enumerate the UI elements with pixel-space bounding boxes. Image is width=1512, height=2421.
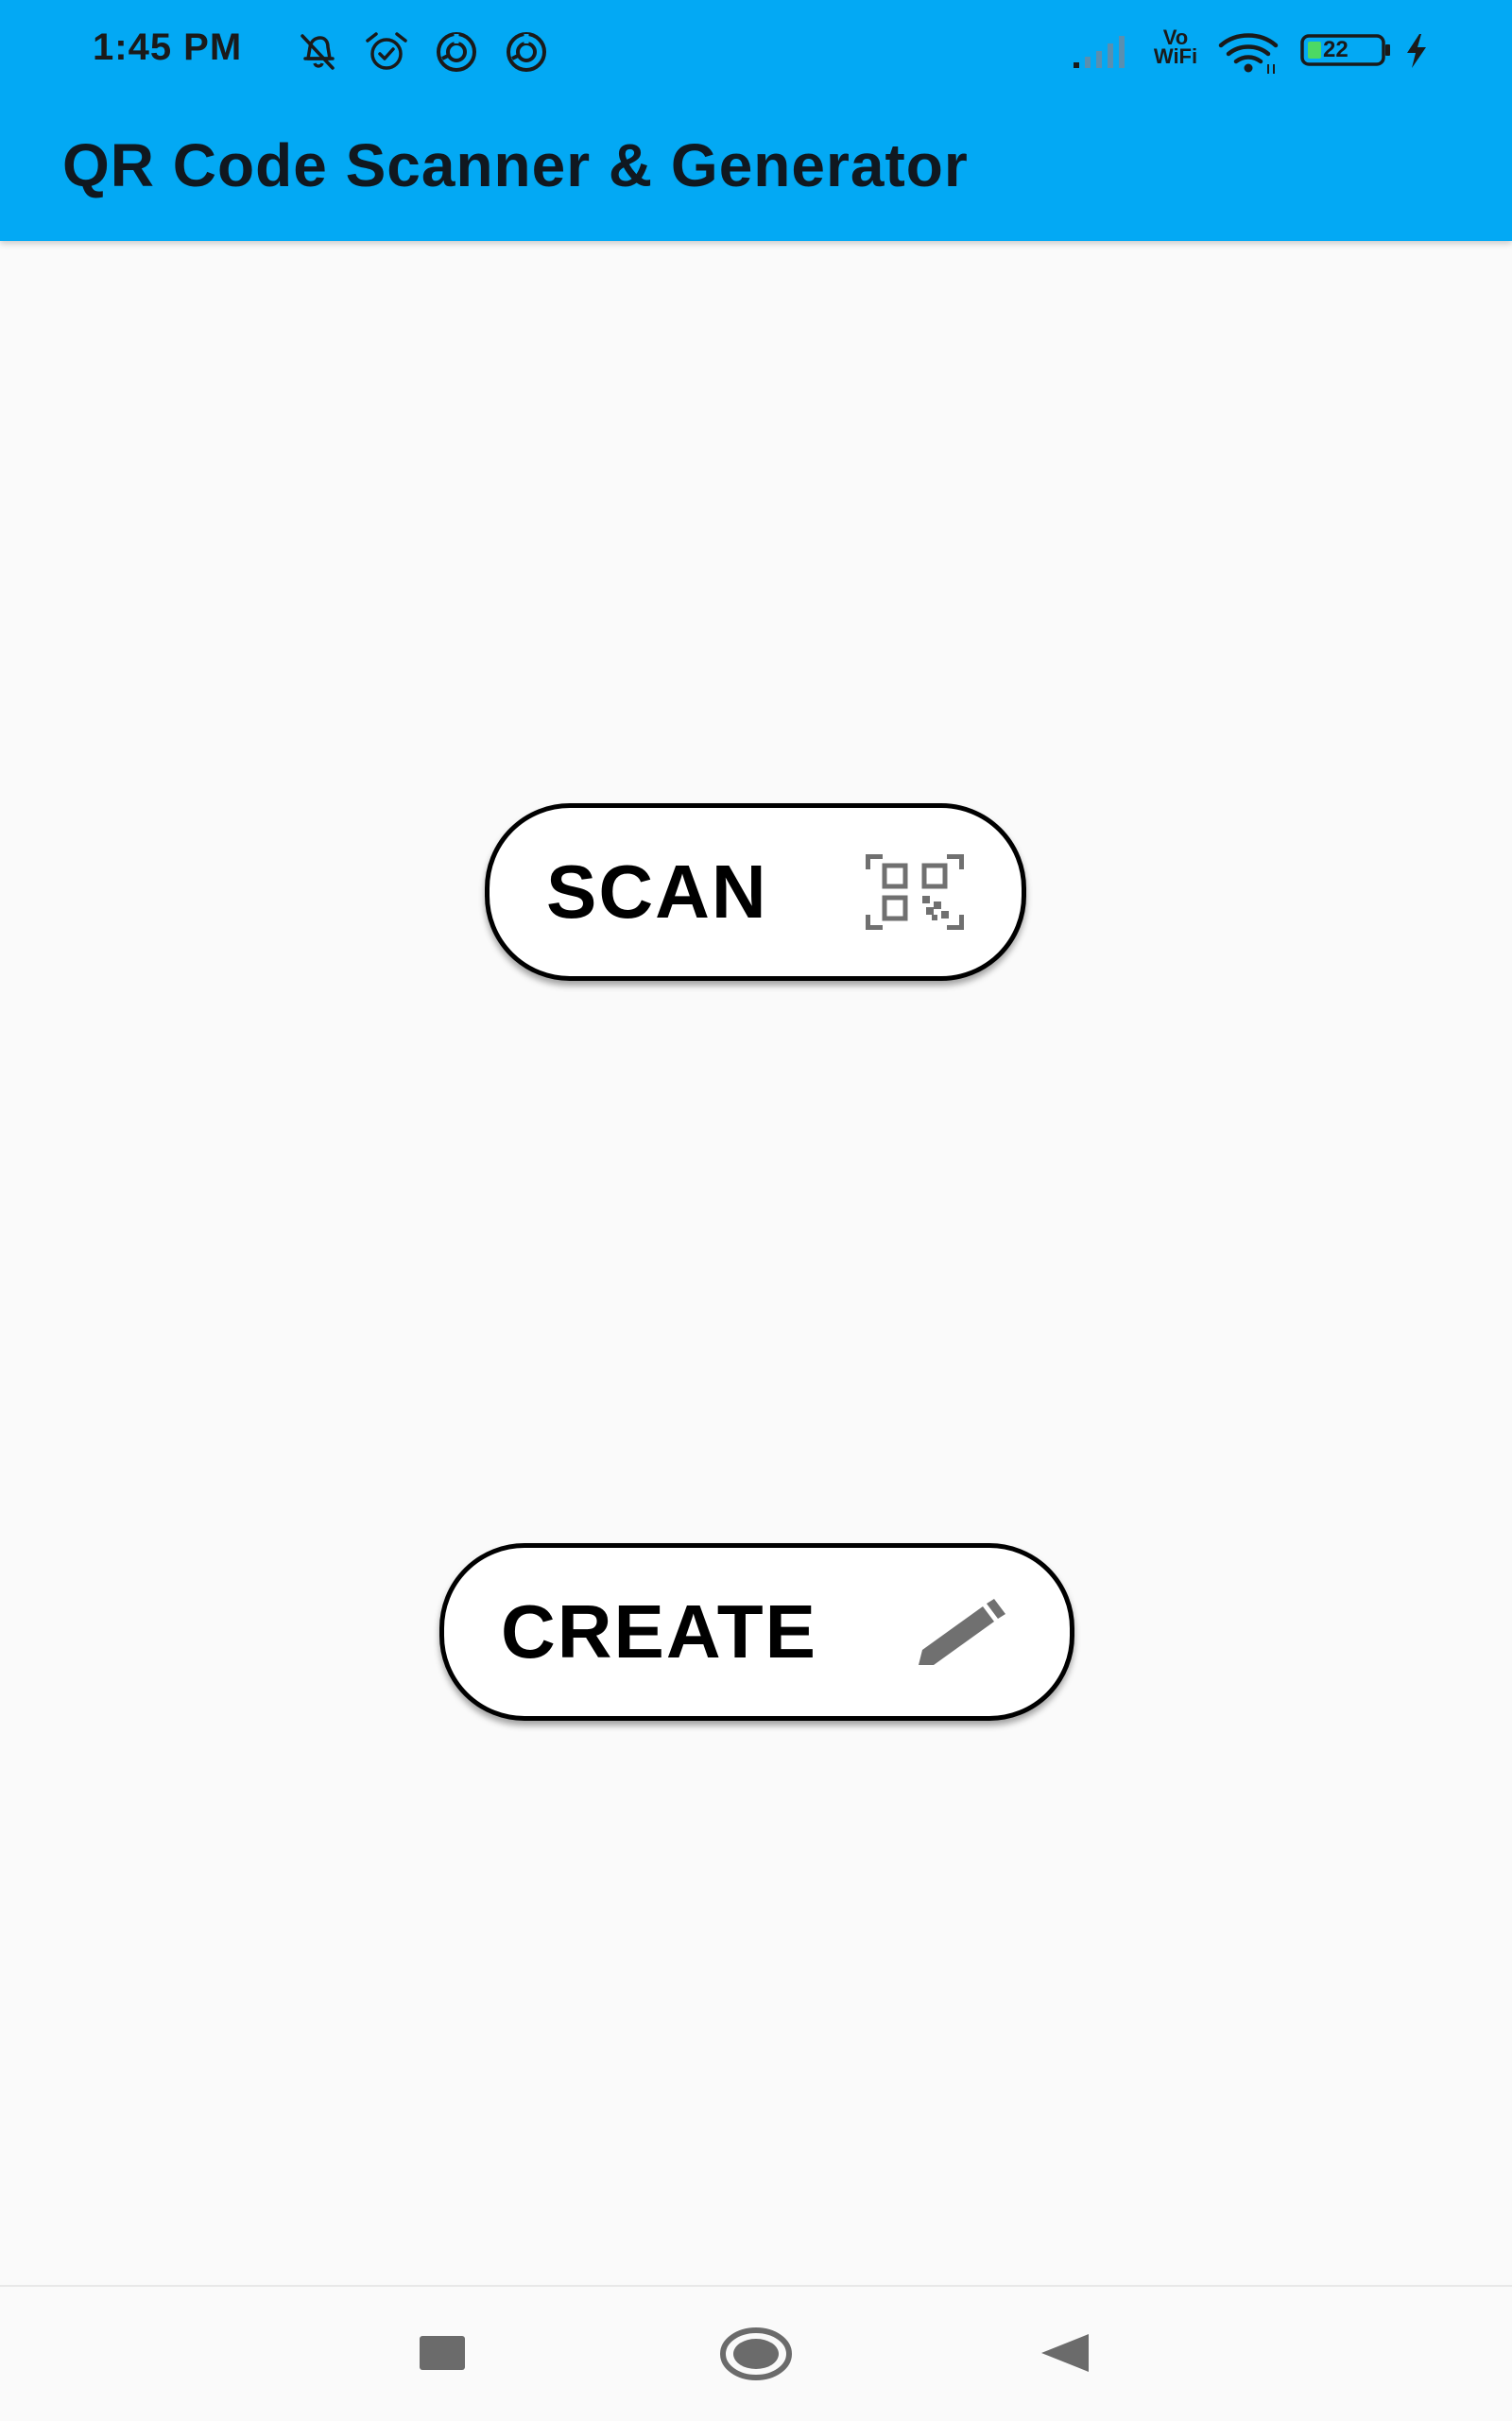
recents-square-icon[interactable] [418,2334,467,2372]
qr-code-icon [866,854,964,930]
data-saver-icon [437,32,476,72]
pencil-icon [919,1599,1005,1665]
alarm-icon [366,32,407,70]
battery-icon: 22 [1300,34,1390,66]
back-triangle-icon[interactable] [1040,2332,1091,2374]
home-circle-icon[interactable] [718,2327,794,2381]
app-bar: 1:45 PM Vo WiFi 22 QR Code Scanner & Gen… [0,0,1512,241]
create-button[interactable]: CREATE [439,1543,1074,1721]
charging-icon [1407,34,1426,68]
app-title: QR Code Scanner & Generator [62,131,969,199]
navigation-bar [0,2285,1512,2421]
scan-button[interactable]: SCAN [485,803,1026,981]
data-saver-icon [507,32,546,72]
notifications-off-icon [301,34,335,70]
create-button-label: CREATE [501,1589,817,1674]
status-bar: 1:45 PM Vo WiFi 22 [0,0,1512,104]
vowifi-icon: Vo WiFi [1147,27,1204,68]
status-time: 1:45 PM [93,26,243,68]
signal-icon [1074,36,1125,68]
vowifi-bottom-text: WiFi [1153,44,1198,68]
scan-button-label: SCAN [546,850,768,934]
battery-level: 22 [1323,37,1349,62]
wifi-icon [1218,33,1279,74]
